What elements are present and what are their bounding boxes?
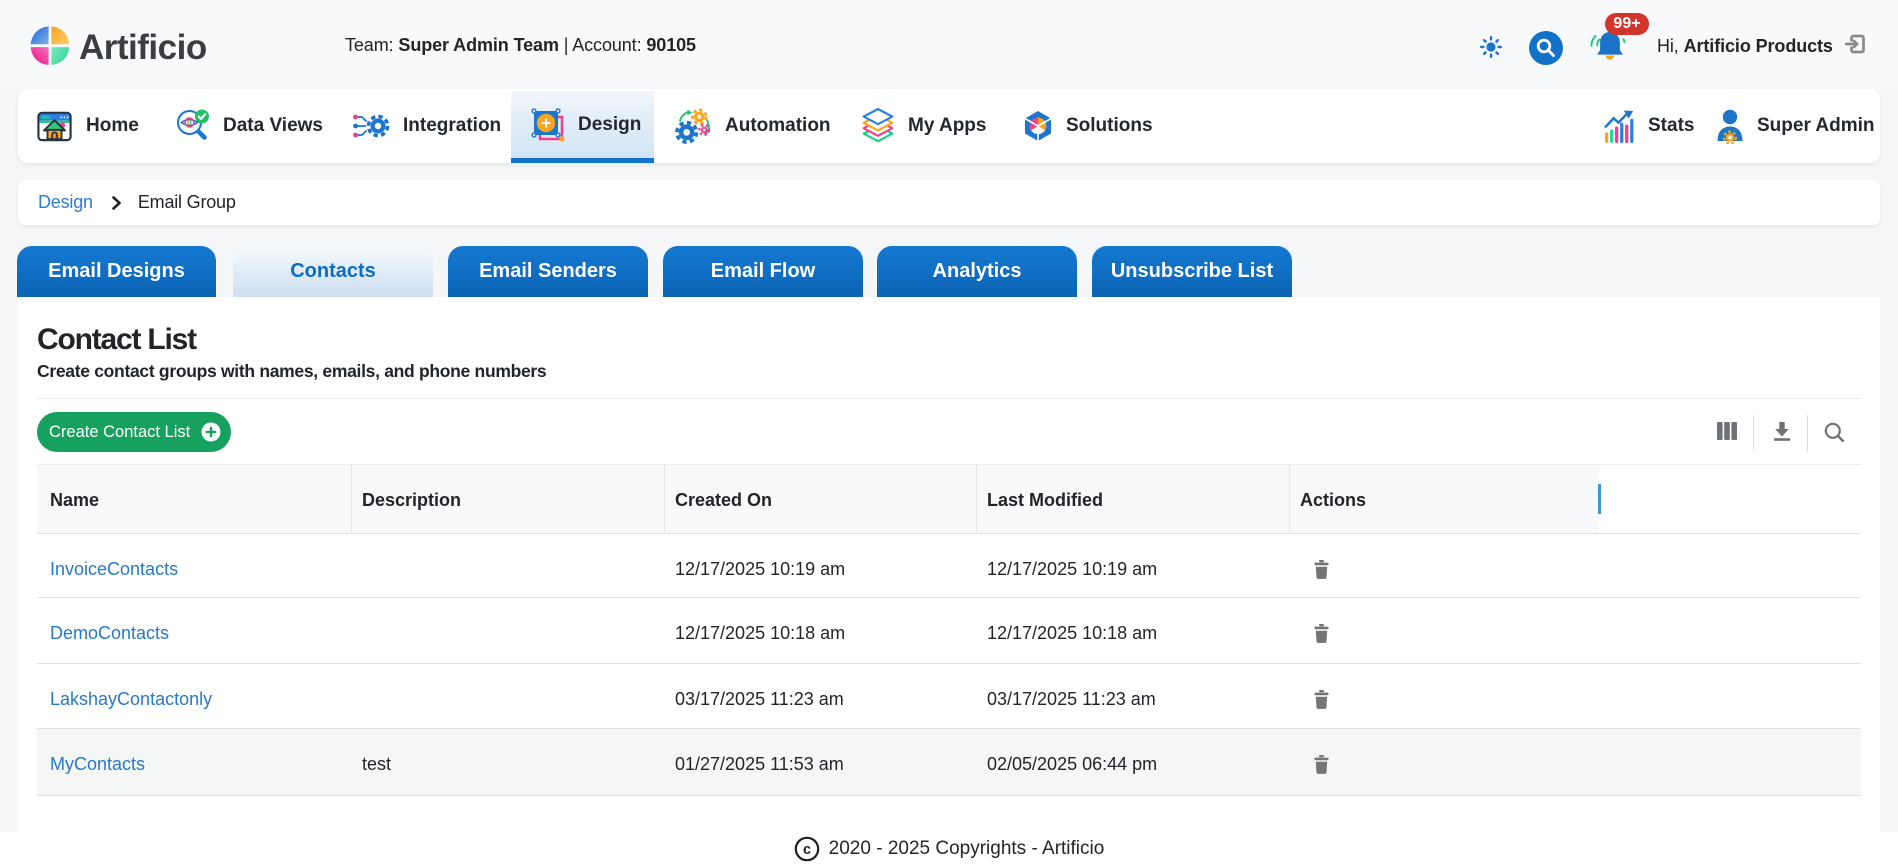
svg-text:c: c: [803, 842, 811, 858]
